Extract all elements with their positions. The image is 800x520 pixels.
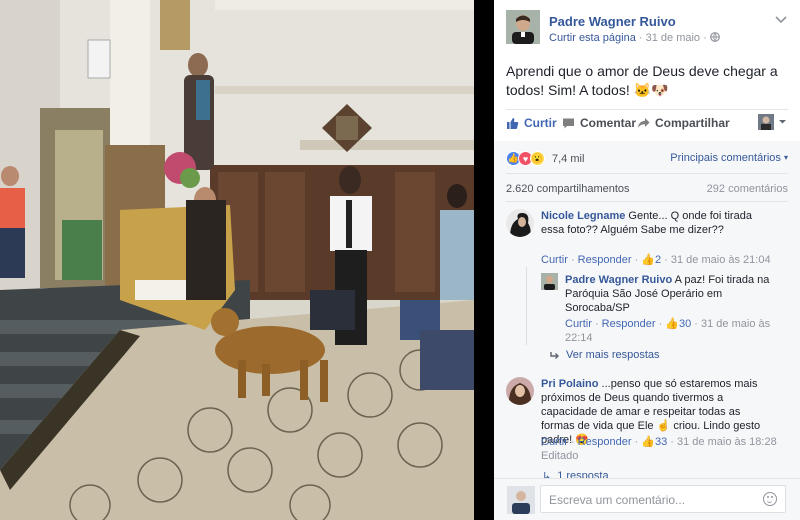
one-reply-label: 1 resposta — [557, 470, 609, 478]
post-meta: Curtir esta página · 31 de maio · — [549, 32, 720, 44]
post-panel: Padre Wagner Ruivo Curtir esta página · … — [494, 0, 800, 520]
post-text: Aprendi que o amor de Deus deve chegar a… — [506, 63, 778, 98]
comment-sort-label: Principais comentários — [670, 152, 781, 164]
user-avatar-chevron-icon — [758, 114, 786, 130]
comment-item: Pri Polaino ...penso que só estaremos ma… — [506, 377, 791, 473]
comment-input-placeholder: Escreva um comentário... — [549, 493, 686, 507]
reactions-summary[interactable]: 👍 ♥ 😮 7,4 mil — [506, 151, 584, 166]
comment-reply-link[interactable]: Responder — [578, 436, 632, 448]
audience-selector[interactable] — [758, 114, 788, 130]
comment-body: Nicole Legname Gente... Q onde foi tirad… — [541, 209, 771, 237]
comment-time[interactable]: 31 de maio às 18:28 — [677, 436, 777, 448]
comment-author[interactable]: Pri Polaino — [541, 378, 598, 390]
wow-reaction-icon: 😮 — [530, 151, 545, 166]
post-date[interactable]: 31 de maio — [646, 32, 700, 44]
share-label: Compartilhar — [655, 116, 730, 130]
divider — [506, 201, 788, 202]
comment-meta: Curtir · Responder · 👍33 · 31 de maio às… — [541, 436, 777, 463]
reply-arrow-icon — [550, 351, 559, 359]
reply-author-avatar[interactable] — [541, 273, 558, 290]
more-replies-label: Ver mais respostas — [566, 349, 660, 361]
page-name-link[interactable]: Padre Wagner Ruivo — [549, 14, 676, 29]
reply-author[interactable]: Padre Wagner Ruivo — [565, 274, 672, 286]
comments-count[interactable]: 292 comentários — [707, 183, 788, 195]
post-header: Padre Wagner Ruivo Curtir esta página · … — [506, 10, 791, 50]
one-reply-link[interactable]: ↳ 1 resposta — [542, 470, 609, 478]
reply-item: Padre Wagner Ruivo A paz! Foi tirada na … — [541, 273, 791, 345]
comment-likes[interactable]: 👍33 — [641, 436, 667, 448]
share-button[interactable]: Compartilhar — [637, 116, 730, 130]
thumbs-up-icon — [507, 117, 519, 129]
comment-button[interactable]: Comentar — [562, 116, 636, 130]
like-page-link[interactable]: Curtir esta página — [549, 32, 636, 44]
like-label: Curtir — [524, 116, 557, 130]
comment-likes[interactable]: 👍2 — [641, 254, 661, 266]
church-dog-photo — [0, 0, 474, 520]
comment-like-link[interactable]: Curtir — [541, 254, 568, 266]
comment-input[interactable]: Escreva um comentário... — [540, 485, 786, 513]
reactions-count: 7,4 mil — [552, 152, 585, 165]
comment-sort-dropdown[interactable]: Principais comentários ▾ — [670, 152, 788, 164]
comment-icon — [563, 118, 574, 128]
current-user-avatar[interactable] — [507, 486, 535, 514]
reply-thread-line — [526, 267, 527, 345]
meta-separator: · — [638, 32, 646, 44]
comment-meta: Curtir · Responder · 👍2 · 31 de maio às … — [541, 254, 771, 266]
post-actions: Curtir Comentar Compartilhar — [506, 113, 788, 135]
page-avatar[interactable] — [506, 10, 540, 44]
thumbs-up-icon: 👍 — [665, 318, 679, 330]
share-arrow-icon — [638, 118, 650, 128]
like-button[interactable]: Curtir — [506, 116, 557, 130]
shares-count-link[interactable]: 2.620 compartilhamentos — [506, 183, 630, 195]
globe-icon — [709, 32, 720, 42]
chevron-down-icon[interactable] — [775, 13, 787, 27]
comment-author[interactable]: Nicole Legname — [541, 210, 625, 222]
comment-time[interactable]: 31 de maio às 21:04 — [671, 254, 771, 266]
divider — [506, 173, 788, 174]
meta-separator: · — [703, 32, 710, 44]
comment-item: Nicole Legname Gente... Q onde foi tirad… — [506, 209, 791, 269]
thumbs-up-icon: 👍 — [641, 254, 655, 266]
comment-like-link[interactable]: Curtir — [541, 436, 568, 448]
reply-like-link[interactable]: Curtir — [565, 318, 592, 330]
reply-arrow-icon: ↳ — [542, 471, 552, 478]
divider — [506, 109, 788, 110]
reply-likes[interactable]: 👍30 — [665, 318, 691, 330]
comment-reply-link[interactable]: Responder — [578, 254, 632, 266]
reply-meta: Curtir · Responder · 👍30 · 31 de maio às… — [565, 318, 771, 344]
caret-down-icon: ▾ — [783, 153, 788, 162]
edited-label[interactable]: Editado — [541, 449, 777, 463]
thumbs-up-icon: 👍 — [641, 436, 655, 448]
comment-label: Comentar — [580, 116, 637, 130]
commenter-avatar[interactable] — [506, 377, 534, 405]
commenter-avatar[interactable] — [506, 209, 534, 237]
reply-reply-link[interactable]: Responder — [602, 318, 656, 330]
more-replies-link[interactable]: Ver mais respostas — [550, 349, 660, 361]
post-photo[interactable] — [0, 0, 474, 520]
write-comment-bar: Escreva um comentário... — [494, 478, 800, 520]
smiley-icon[interactable] — [763, 492, 777, 506]
reply-body: Padre Wagner Ruivo A paz! Foi tirada na … — [565, 273, 775, 315]
